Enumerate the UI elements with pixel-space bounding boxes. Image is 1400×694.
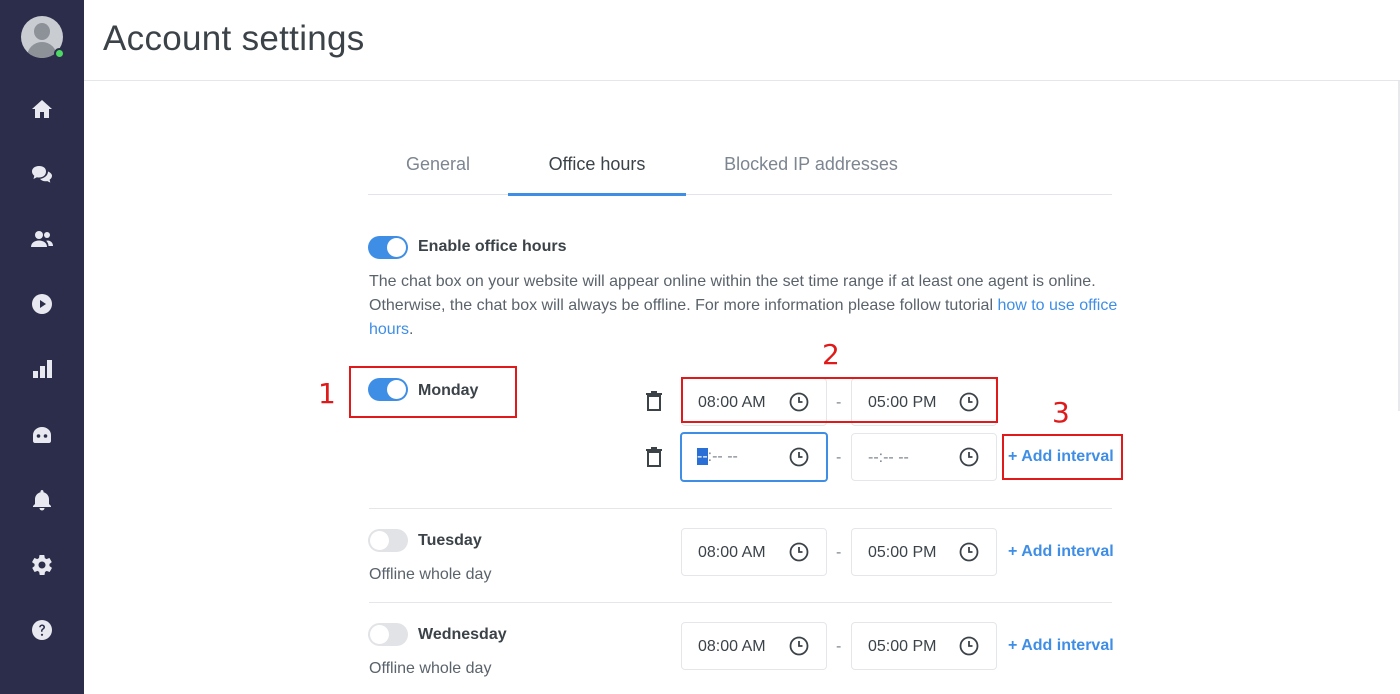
- wednesday-label: Wednesday: [418, 626, 507, 643]
- interval-separator: -: [836, 544, 842, 561]
- help-icon[interactable]: [27, 615, 57, 645]
- monday-interval2-from[interactable]: --:-- --: [680, 432, 828, 482]
- bot-icon[interactable]: [27, 420, 57, 450]
- annotation-number-2: 2: [822, 338, 840, 371]
- wednesday-toggle[interactable]: [368, 623, 408, 646]
- delete-interval-icon[interactable]: [645, 391, 663, 411]
- page-title: Account settings: [103, 19, 365, 58]
- wednesday-to[interactable]: 05:00 PM: [851, 622, 997, 670]
- clock-icon[interactable]: [959, 447, 979, 467]
- tuesday-to[interactable]: 05:00 PM: [851, 528, 997, 576]
- time-value: 08:00 AM: [698, 638, 766, 655]
- time-value: 08:00 AM: [698, 544, 766, 561]
- toggle-knob: [387, 238, 406, 257]
- annotation-number-1: 1: [318, 377, 336, 410]
- reports-icon[interactable]: [27, 354, 57, 384]
- sidebar: [0, 0, 84, 694]
- clock-icon[interactable]: [789, 447, 809, 467]
- tuesday-add-interval-link[interactable]: + Add interval: [1008, 543, 1114, 561]
- tuesday-toggle[interactable]: [368, 529, 408, 552]
- interval-separator: -: [836, 449, 842, 466]
- time-value: --:-- --: [697, 448, 738, 466]
- delete-interval-icon[interactable]: [645, 447, 663, 467]
- annotation-box-1: [349, 366, 517, 418]
- chats-icon[interactable]: [27, 159, 57, 189]
- enable-office-hours-label: Enable office hours: [418, 238, 567, 255]
- wednesday-add-interval-link[interactable]: + Add interval: [1008, 637, 1114, 655]
- wednesday-from[interactable]: 08:00 AM: [681, 622, 827, 670]
- time-placeholder: :-- --: [707, 448, 738, 465]
- time-value: 05:00 PM: [868, 544, 937, 561]
- clock-icon[interactable]: [789, 542, 809, 562]
- header: Account settings: [84, 0, 1400, 81]
- tab-office-hours[interactable]: Office hours: [508, 134, 686, 194]
- toggle-knob: [370, 531, 389, 550]
- time-placeholder: --:-- --: [868, 449, 909, 466]
- online-status-dot: [54, 48, 65, 59]
- wednesday-status: Offline whole day: [369, 660, 492, 677]
- play-icon[interactable]: [27, 289, 57, 319]
- notifications-icon[interactable]: [27, 485, 57, 515]
- contacts-icon[interactable]: [27, 224, 57, 254]
- settings-tabs: General Office hours Blocked IP addresse…: [368, 134, 1112, 196]
- row-divider: [369, 508, 1112, 509]
- row-divider: [369, 602, 1112, 603]
- avatar-head: [34, 23, 50, 40]
- enable-office-hours-toggle[interactable]: [368, 236, 408, 259]
- office-hours-description: The chat box on your website will appear…: [369, 270, 1119, 342]
- tab-blocked-ip-addresses[interactable]: Blocked IP addresses: [708, 134, 914, 194]
- monday-interval2-to[interactable]: --:-- --: [851, 433, 997, 481]
- tuesday-from[interactable]: 08:00 AM: [681, 528, 827, 576]
- home-icon[interactable]: [27, 94, 57, 124]
- clock-icon[interactable]: [959, 636, 979, 656]
- selected-segment: --: [697, 448, 708, 465]
- interval-separator: -: [836, 638, 842, 655]
- tuesday-label: Tuesday: [418, 532, 482, 549]
- clock-icon[interactable]: [959, 542, 979, 562]
- toggle-knob: [370, 625, 389, 644]
- annotation-box-2: [681, 377, 998, 423]
- settings-icon[interactable]: [27, 550, 57, 580]
- avatar-body: [27, 42, 57, 58]
- description-text: The chat box on your website will appear…: [369, 273, 1096, 314]
- annotation-box-3: [1002, 434, 1123, 480]
- active-tab-indicator: [508, 193, 686, 196]
- description-end: .: [409, 321, 414, 338]
- tuesday-status: Offline whole day: [369, 566, 492, 583]
- clock-icon[interactable]: [789, 636, 809, 656]
- time-value: 05:00 PM: [868, 638, 937, 655]
- tab-general[interactable]: General: [386, 134, 490, 194]
- annotation-number-3: 3: [1052, 396, 1070, 429]
